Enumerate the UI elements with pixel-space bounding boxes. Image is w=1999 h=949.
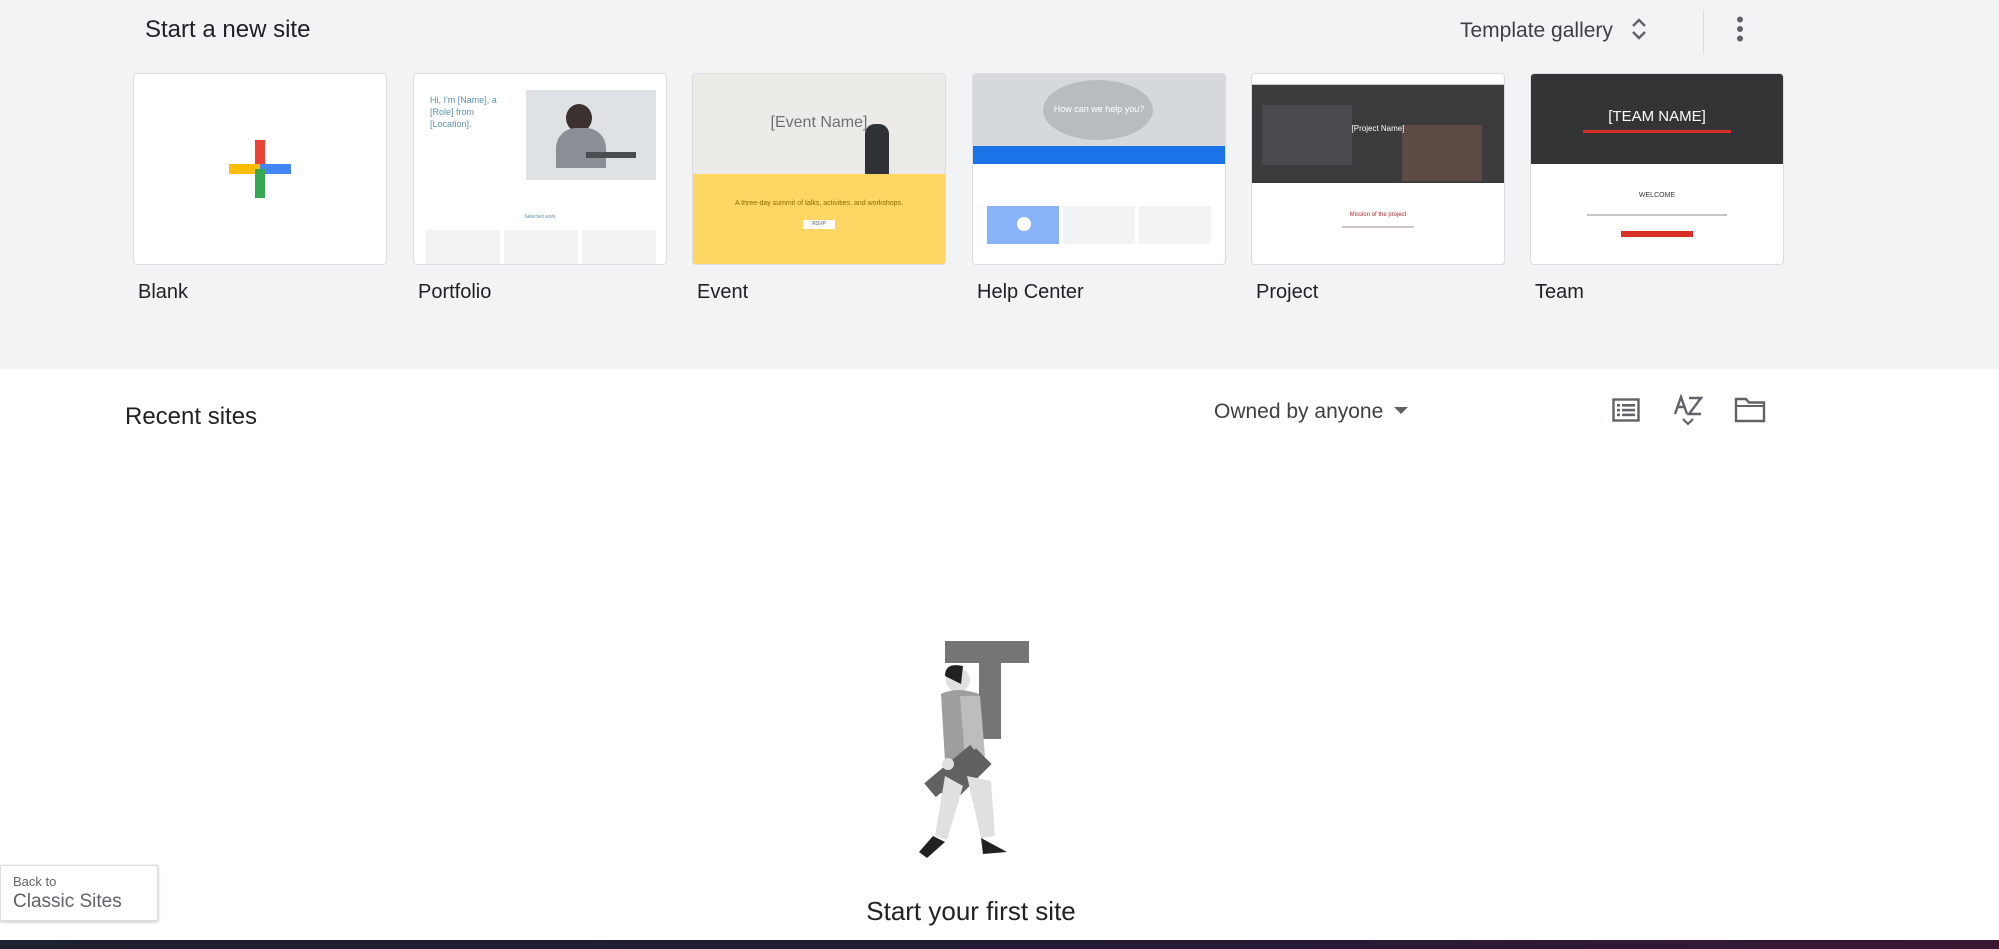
list-view-icon [1612,397,1640,427]
portfolio-caption: Selected work [524,214,556,220]
template-event[interactable]: [Event Name] A three-day summit of talks… [692,73,946,304]
help-bar [973,146,1225,164]
plus-icon [229,140,291,198]
template-portfolio[interactable]: Hi, I'm [Name], a [Role] from [Location]… [413,73,667,304]
portfolio-line: [Location]. [430,119,472,129]
template-thumbnail[interactable]: How can we help you? [972,73,1226,265]
event-banner-text: A three-day summit of talks, activities,… [734,200,904,207]
event-rsvp: RSVP [803,220,835,229]
section-title: Start a new site [145,16,311,43]
bottom-bar [0,940,1999,949]
unfold-icon [1631,16,1647,47]
more-vert-icon [1736,16,1744,47]
classic-small-label: Back to [13,874,57,889]
template-project[interactable]: [Project Name] Mission of the project Pr… [1251,73,1505,304]
template-name: Help Center [977,281,1084,303]
sort-az-icon [1673,392,1704,431]
classic-big-label: Classic Sites [13,891,122,912]
help-headline: How can we help you? [1053,104,1145,114]
folder-icon [1734,397,1766,428]
template-thumbnail[interactable]: [Project Name] Mission of the project [1251,73,1505,265]
project-hero [1252,85,1504,183]
arrow-drop-down-icon [1393,403,1409,421]
header-divider [1703,10,1704,54]
back-to-classic-sites-button[interactable]: Back to Classic Sites [0,865,158,921]
template-blank[interactable]: Blank [133,73,387,304]
event-banner [693,174,945,264]
template-name: Blank [138,281,189,303]
template-gallery-label: Template gallery [1460,19,1613,42]
recent-sites-title: Recent sites [125,403,258,430]
empty-state-message: Start your first site [866,896,1076,926]
empty-state-illustration [905,636,1035,866]
template-name: Portfolio [418,281,492,303]
owner-filter-label: Owned by anyone [1214,400,1384,423]
owner-filter-dropdown[interactable]: Owned by anyone [1214,396,1409,428]
template-thumbnail[interactable]: Hi, I'm [Name], a [Role] from [Location]… [413,73,667,265]
team-welcome: WELCOME [1638,192,1676,199]
template-name: Project [1256,281,1319,303]
more-options-button[interactable] [1722,12,1758,50]
event-headline: [Event Name] [770,114,868,131]
project-mission: Mission of the project [1349,212,1407,218]
template-gallery-button[interactable]: Template gallery [1460,12,1647,50]
template-thumbnail[interactable] [133,73,387,265]
start-new-site-section: Start a new site Template gallery Blank [0,0,1999,369]
template-name: Event [697,281,749,303]
template-help-center[interactable]: How can we help you? Help Center [972,73,1226,304]
team-headline: [TEAM NAME] [1608,108,1706,125]
portfolio-photo [526,90,656,180]
template-name: Team [1535,281,1584,303]
template-thumbnail[interactable]: [Event Name] A three-day summit of talks… [692,73,946,265]
project-headline: [Project Name] [1351,124,1405,133]
folder-button[interactable] [1728,392,1772,432]
portfolio-line: Hi, I'm [Name], a [430,95,497,105]
template-thumbnail[interactable]: [TEAM NAME] WELCOME [1530,73,1784,265]
sort-button[interactable] [1666,392,1710,432]
template-team[interactable]: [TEAM NAME] WELCOME Team [1530,73,1784,304]
portfolio-line: [Role] from [430,107,475,117]
list-view-button[interactable] [1604,392,1648,432]
